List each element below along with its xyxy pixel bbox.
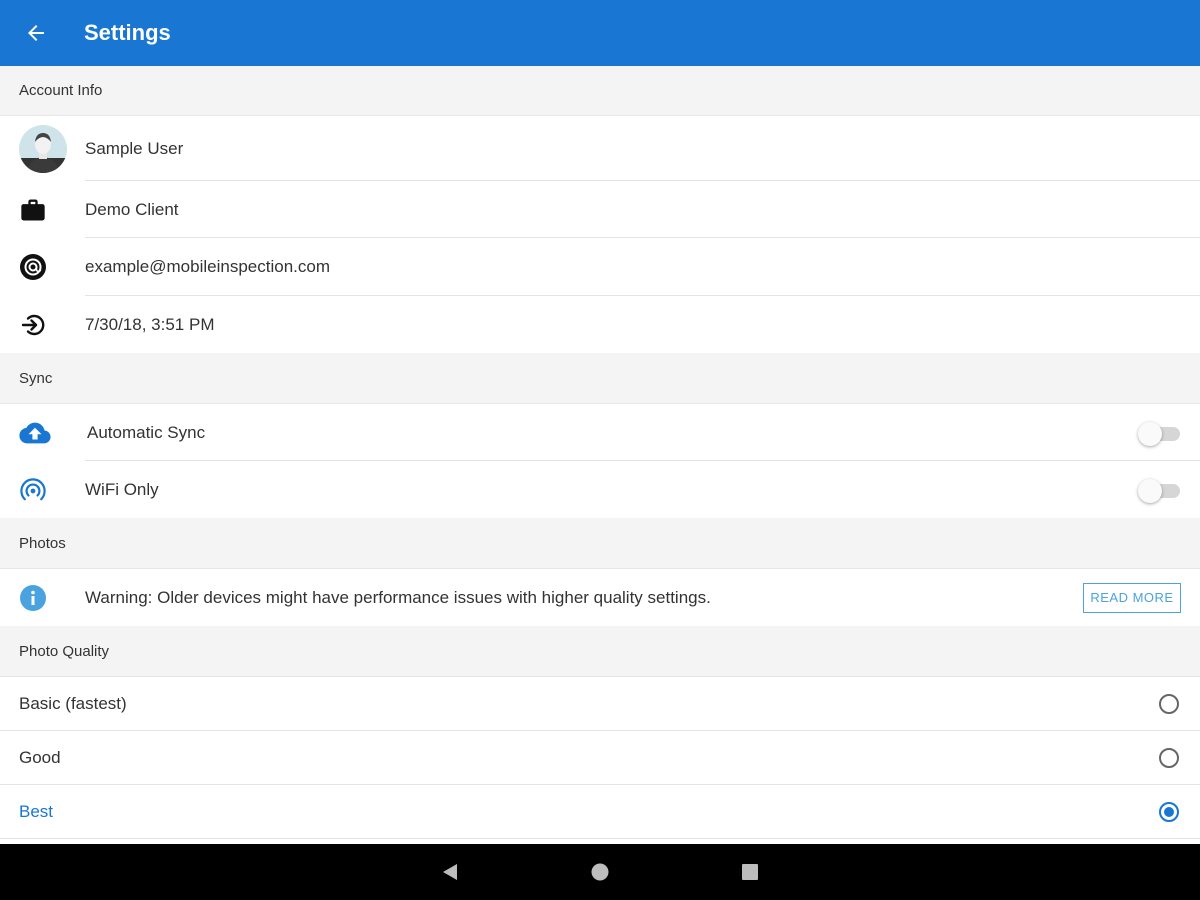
nav-recents-button[interactable] [720,844,780,900]
client-name: Demo Client [85,199,179,219]
system-navigation-bar [0,844,1200,900]
photo-quality-option-basic[interactable]: Basic (fastest) [0,677,1200,731]
photo-quality-option-best[interactable]: Best [0,785,1200,839]
arrow-back-icon [28,25,44,41]
email-address: example@mobileinspection.com [85,257,330,276]
automatic-sync-row[interactable]: Automatic Sync [0,404,1200,461]
at-sign-icon [20,254,46,280]
nav-back-button[interactable] [420,844,480,900]
last-login-time: 7/30/18, 3:51 PM [85,314,215,334]
photo-quality-option-label: Good [19,747,61,767]
account-email-row: example@mobileinspection.com [0,238,1200,296]
app-bar: Settings [0,0,1200,66]
wifi-only-label: WiFi Only [85,479,159,499]
photo-quality-option-label: Basic (fastest) [19,693,127,713]
section-header-photos: Photos [0,518,1200,569]
photo-quality-option-good[interactable]: Good [0,731,1200,785]
photo-quality-radio-good[interactable] [1159,747,1179,768]
automatic-sync-toggle[interactable] [1138,420,1182,446]
avatar [19,124,67,173]
automatic-sync-label: Automatic Sync [87,422,206,442]
nav-recents-icon [742,864,758,880]
wifi-tethering-icon [20,477,46,500]
photo-quality-radio-basic[interactable] [1159,693,1179,714]
read-more-button[interactable]: READ MORE [1083,582,1181,613]
section-header-sync: Sync [0,353,1200,404]
photo-quality-option-label: Best [19,801,54,821]
account-last-login-row: 7/30/18, 3:51 PM [0,296,1200,353]
login-icon [21,314,45,335]
user-name: Sample User [85,138,184,158]
briefcase-icon [21,199,45,220]
account-client-row: Demo Client [0,181,1200,238]
cloud-upload-icon [19,422,51,443]
photo-warning-row: Warning: Older devices might have perfor… [0,569,1200,626]
info-icon [20,584,46,611]
back-button[interactable] [0,0,76,66]
page-title: Settings [84,20,171,45]
wifi-only-row[interactable]: WiFi Only [0,461,1200,518]
wifi-only-toggle[interactable] [1138,477,1182,503]
nav-home-icon [591,863,609,881]
section-header-photo-quality: Photo Quality [0,626,1200,677]
nav-back-icon [443,864,457,880]
photo-quality-radio-best[interactable] [1159,801,1179,822]
section-header-account-info: Account Info [0,66,1200,116]
account-user-row: Sample User [0,116,1200,181]
photo-warning-text: Warning: Older devices might have perfor… [85,587,711,607]
settings-content[interactable]: Account Info Sample User Demo Client exa… [0,66,1200,844]
nav-home-button[interactable] [570,844,630,900]
